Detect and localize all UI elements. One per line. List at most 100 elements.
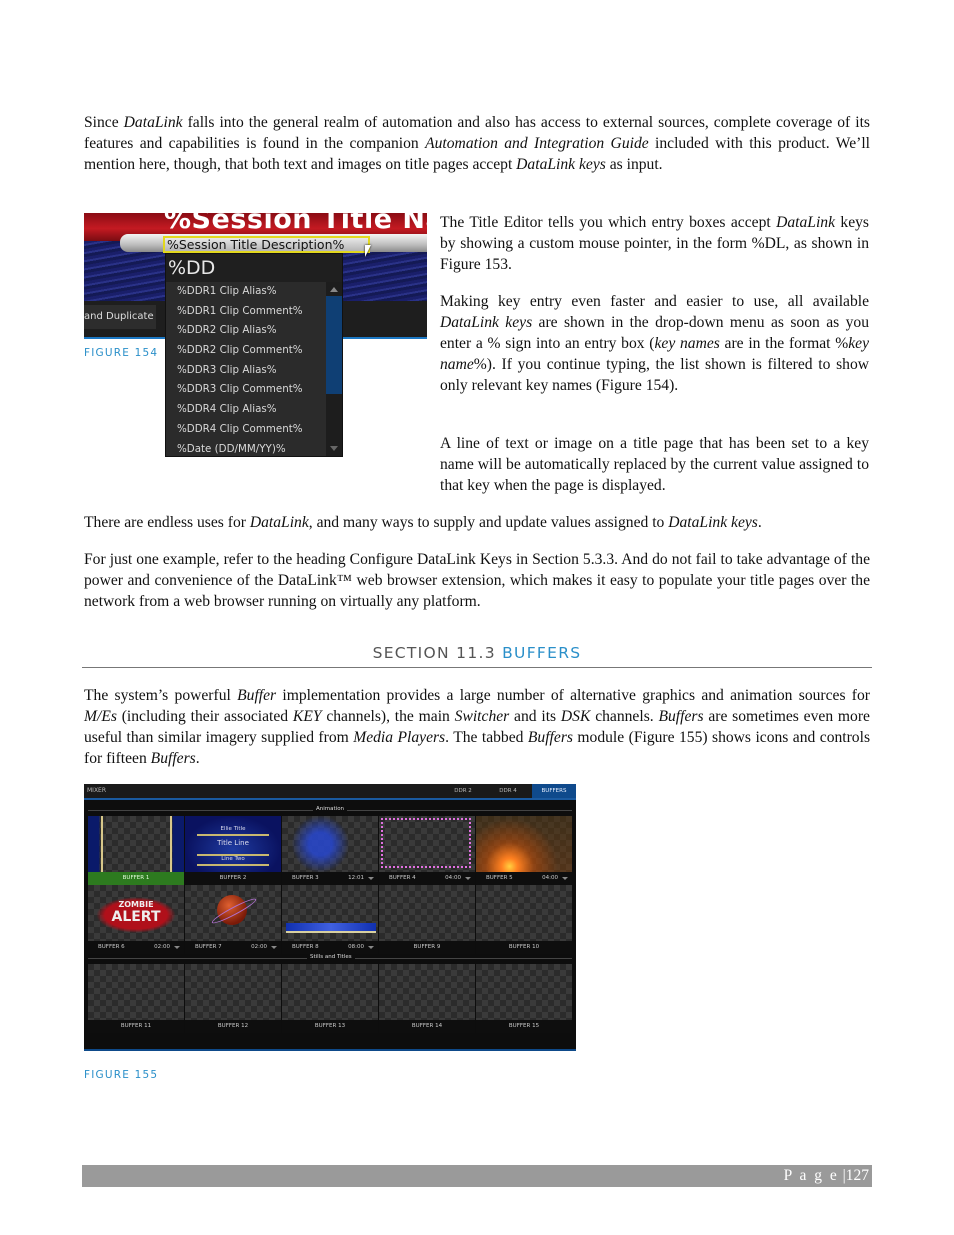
buffer-slot-3[interactable]: BUFFER 3 12:01 (282, 816, 378, 885)
emphasis: Buffers (658, 708, 704, 725)
buffer-slot-11[interactable]: BUFFER 11 (88, 964, 184, 1033)
duplicate-button[interactable]: and Duplicate (84, 305, 156, 329)
buffers-paragraph: The system’s powerful Buffer implementat… (84, 687, 871, 767)
emphasis: DataLink keys (516, 156, 606, 173)
tab-buffers[interactable]: BUFFERS (532, 784, 576, 798)
buffer-slot-6[interactable]: ZOMBIE ALERT BUFFER 6 02:00 (88, 885, 184, 954)
tab-ddr2[interactable]: DDR 2 (444, 784, 482, 798)
buffer-label-bar: BUFFER 12 (185, 1020, 281, 1033)
emphasis: Automation and Integration Guide (425, 135, 649, 152)
emphasis: Buffers (150, 750, 196, 767)
emphasis: KEY (292, 708, 322, 725)
buffer-thumbnail[interactable] (379, 816, 475, 872)
buffer-label-bar: BUFFER 15 (476, 1020, 572, 1033)
emphasis: M/Es (84, 708, 117, 725)
buffer-thumbnail[interactable] (185, 885, 281, 941)
chevron-down-icon[interactable] (368, 946, 374, 949)
buffer-thumbnail[interactable] (282, 964, 378, 1020)
buffer-thumbnail[interactable] (476, 885, 572, 941)
scroll-down-arrow-icon[interactable] (330, 446, 338, 451)
thumb-graphic: ZOMBIE ALERT (96, 897, 176, 933)
buffer-slot-15[interactable]: BUFFER 15 (476, 964, 572, 1033)
thumb-text: Title Line (217, 839, 249, 847)
buffer-name: BUFFER 7 (195, 944, 222, 950)
buffer-label-bar: BUFFER 5 04:00 (476, 872, 572, 885)
datalink-key-dropdown[interactable]: %DD %DDR1 Clip Alias% %DDR1 Clip Comment%… (165, 253, 343, 457)
buffer-slot-13[interactable]: BUFFER 13 (282, 964, 378, 1033)
dropdown-item[interactable]: %DDR2 Clip Comment% (166, 341, 326, 361)
buffer-slot-4[interactable]: BUFFER 4 04:00 (379, 816, 475, 885)
buffer-label-bar: BUFFER 4 04:00 (379, 872, 475, 885)
emphasis: DataLink keys (668, 514, 758, 531)
dropdown-item[interactable]: %DDR4 Clip Alias% (166, 400, 326, 420)
mouse-pointer-icon (365, 245, 371, 257)
module-tab-bar: MIXER DDR 2 DDR 4 BUFFERS (84, 784, 576, 800)
chevron-down-icon[interactable] (368, 877, 374, 880)
intro-paragraph: Since DataLink falls into the general re… (84, 114, 871, 173)
buffer-name: BUFFER 2 (219, 875, 247, 881)
buffer-thumbnail[interactable] (88, 964, 184, 1020)
dropdown-item[interactable]: %DDR1 Clip Alias% (166, 282, 326, 302)
dropdown-list: %DDR1 Clip Alias% %DDR1 Clip Comment% %DDR… (166, 282, 326, 459)
buffer-slot-7[interactable]: BUFFER 7 02:00 (185, 885, 281, 954)
buffer-thumbnail[interactable] (185, 964, 281, 1020)
buffer-slot-8[interactable]: BUFFER 8 08:00 (282, 885, 378, 954)
buffer-duration: 04:00 (542, 875, 558, 881)
buffer-thumbnail[interactable] (282, 816, 378, 872)
buffer-slot-12[interactable]: BUFFER 12 (185, 964, 281, 1033)
page-number: 127 (845, 1167, 869, 1184)
buffer-slot-10[interactable]: BUFFER 10 (476, 885, 572, 954)
section-title: BUFFERS (502, 644, 582, 662)
buffer-duration: 04:00 (445, 875, 461, 881)
buffer-thumbnail[interactable] (379, 964, 475, 1020)
buffer-thumbnail[interactable] (282, 885, 378, 941)
chevron-down-icon[interactable] (271, 946, 277, 949)
scrollbar-thumb[interactable] (326, 296, 342, 394)
scroll-up-arrow-icon[interactable] (330, 287, 338, 292)
buffer-thumbnail[interactable]: Ellie Title Title Line Line Two (185, 816, 281, 872)
animation-group-label: Animation (313, 806, 348, 812)
dropdown-item[interactable]: %DDR2 Clip Alias% (166, 321, 326, 341)
figure-154-caption: FIGURE 154 (84, 347, 159, 359)
buffer-slot-1[interactable]: BUFFER 1 (88, 816, 184, 885)
emphasis: DataLink (249, 514, 309, 531)
buffer-thumbnail[interactable] (476, 964, 572, 1020)
buffer-slot-2[interactable]: Ellie Title Title Line Line Two BUFFER 2 (185, 816, 281, 885)
dropdown-item[interactable]: %Date (DD/MM/YY)% (166, 440, 326, 460)
buffer-slot-14[interactable]: BUFFER 14 (379, 964, 475, 1033)
buffer-thumbnail[interactable] (476, 816, 572, 872)
dropdown-item[interactable]: %DDR3 Clip Comment% (166, 380, 326, 400)
title-editor-paragraph: The Title Editor tells you which entry b… (440, 214, 869, 273)
emphasis: Buffer (237, 687, 277, 704)
dropdown-scrollbar[interactable] (326, 282, 342, 456)
emphasis: Media Players (353, 729, 446, 746)
buffer-label-bar: BUFFER 7 02:00 (185, 941, 281, 954)
buffer-label-bar: BUFFER 1 (88, 872, 184, 885)
mixer-label: MIXER (87, 787, 107, 794)
chevron-down-icon[interactable] (562, 877, 568, 880)
buffer-slot-5[interactable]: BUFFER 5 04:00 (476, 816, 572, 885)
section-divider (82, 667, 872, 668)
entry-box[interactable]: %Session Title Description% (163, 236, 370, 253)
dropdown-item[interactable]: %DDR3 Clip Alias% (166, 361, 326, 381)
buffer-slot-9[interactable]: BUFFER 9 (379, 885, 475, 954)
buffer-label-bar: BUFFER 14 (379, 1020, 475, 1033)
dropdown-item[interactable]: %DDR4 Clip Comment% (166, 420, 326, 440)
buffer-name: BUFFER 3 (292, 875, 319, 881)
buffer-thumbnail[interactable]: ZOMBIE ALERT (88, 885, 184, 941)
dropdown-filter-input[interactable]: %DD (166, 254, 342, 282)
dropdown-item[interactable]: %DDR1 Clip Comment% (166, 302, 326, 322)
key-replace-paragraph: A line of text or image on a title page … (440, 435, 869, 494)
tab-ddr4[interactable]: DDR 4 (489, 784, 527, 798)
buffer-thumbnail[interactable] (88, 816, 184, 872)
emphasis: key names (654, 335, 720, 352)
buffer-label-bar: BUFFER 2 (185, 872, 281, 885)
chevron-down-icon[interactable] (174, 946, 180, 949)
emphasis: DSK (560, 708, 591, 725)
buffer-thumbnail[interactable] (379, 885, 475, 941)
thumb-graphic: Ellie Title Title Line Line Two (185, 816, 281, 872)
chevron-down-icon[interactable] (465, 877, 471, 880)
thumb-text: ZOMBIE (118, 900, 154, 909)
buffer-name: BUFFER 15 (508, 1023, 540, 1029)
buffer-label-bar: BUFFER 3 12:01 (282, 872, 378, 885)
